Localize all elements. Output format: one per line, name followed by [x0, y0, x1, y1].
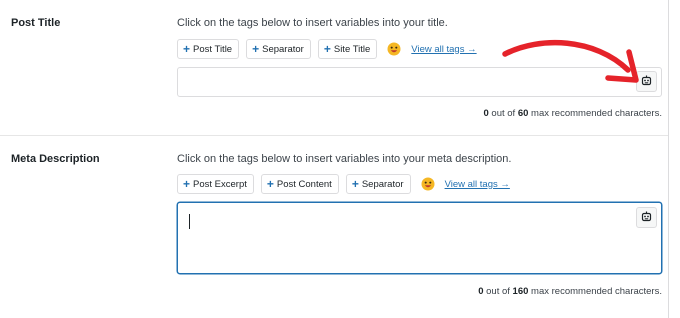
tag-button-post-content[interactable]: + Post Content	[260, 174, 339, 194]
tag-button-site-title[interactable]: + Site Title	[317, 39, 378, 59]
tag-label: Post Title	[193, 43, 233, 55]
tag-button-post-excerpt[interactable]: + Post Excerpt	[177, 174, 254, 194]
post-title-input[interactable]	[177, 67, 662, 97]
emoji-icon[interactable]	[386, 41, 402, 57]
post-title-char-counter: 0 out of 60 max recommended characters.	[483, 108, 662, 119]
tag-label: Separator	[262, 43, 304, 55]
plus-icon: +	[323, 42, 331, 56]
tag-label: Post Content	[276, 178, 332, 190]
plus-icon: +	[252, 42, 260, 56]
tag-button-separator[interactable]: + Separator	[246, 39, 311, 59]
meta-description-textarea[interactable]	[177, 202, 662, 274]
smart-tags-icon	[641, 73, 652, 91]
emoji-icon[interactable]	[420, 176, 436, 192]
settings-panel: Post Title Click on the tags below to in…	[0, 0, 669, 318]
tag-label: Post Excerpt	[193, 178, 247, 190]
meta-description-instruction: Click on the tags below to insert variab…	[177, 153, 512, 165]
smart-tags-button[interactable]	[636, 71, 657, 92]
meta-description-section: Meta Description Click on the tags below…	[0, 136, 668, 318]
meta-description-tag-list: + Post Excerpt + Post Content + Separato…	[177, 174, 510, 194]
post-title-section: Post Title Click on the tags below to in…	[0, 0, 668, 136]
smart-tags-button[interactable]	[636, 207, 657, 228]
meta-description-label: Meta Description	[11, 153, 100, 165]
meta-description-char-counter: 0 out of 160 max recommended characters.	[478, 286, 662, 297]
smart-tags-icon	[641, 209, 652, 227]
post-title-label: Post Title	[11, 17, 61, 29]
plus-icon: +	[183, 42, 191, 56]
post-title-instruction: Click on the tags below to insert variab…	[177, 17, 448, 29]
text-caret	[189, 214, 190, 229]
tag-label: Site Title	[333, 43, 371, 55]
view-all-tags-link[interactable]: View all tags →	[411, 44, 476, 55]
plus-icon: +	[266, 177, 274, 191]
plus-icon: +	[183, 177, 191, 191]
tag-button-post-title[interactable]: + Post Title	[177, 39, 240, 59]
plus-icon: +	[351, 177, 359, 191]
tag-button-separator[interactable]: + Separator	[345, 174, 411, 194]
post-title-tag-list: + Post Title + Separator + Site Title Vi…	[177, 39, 477, 59]
tag-label: Separator	[361, 178, 404, 190]
view-all-tags-link[interactable]: View all tags →	[445, 179, 510, 190]
